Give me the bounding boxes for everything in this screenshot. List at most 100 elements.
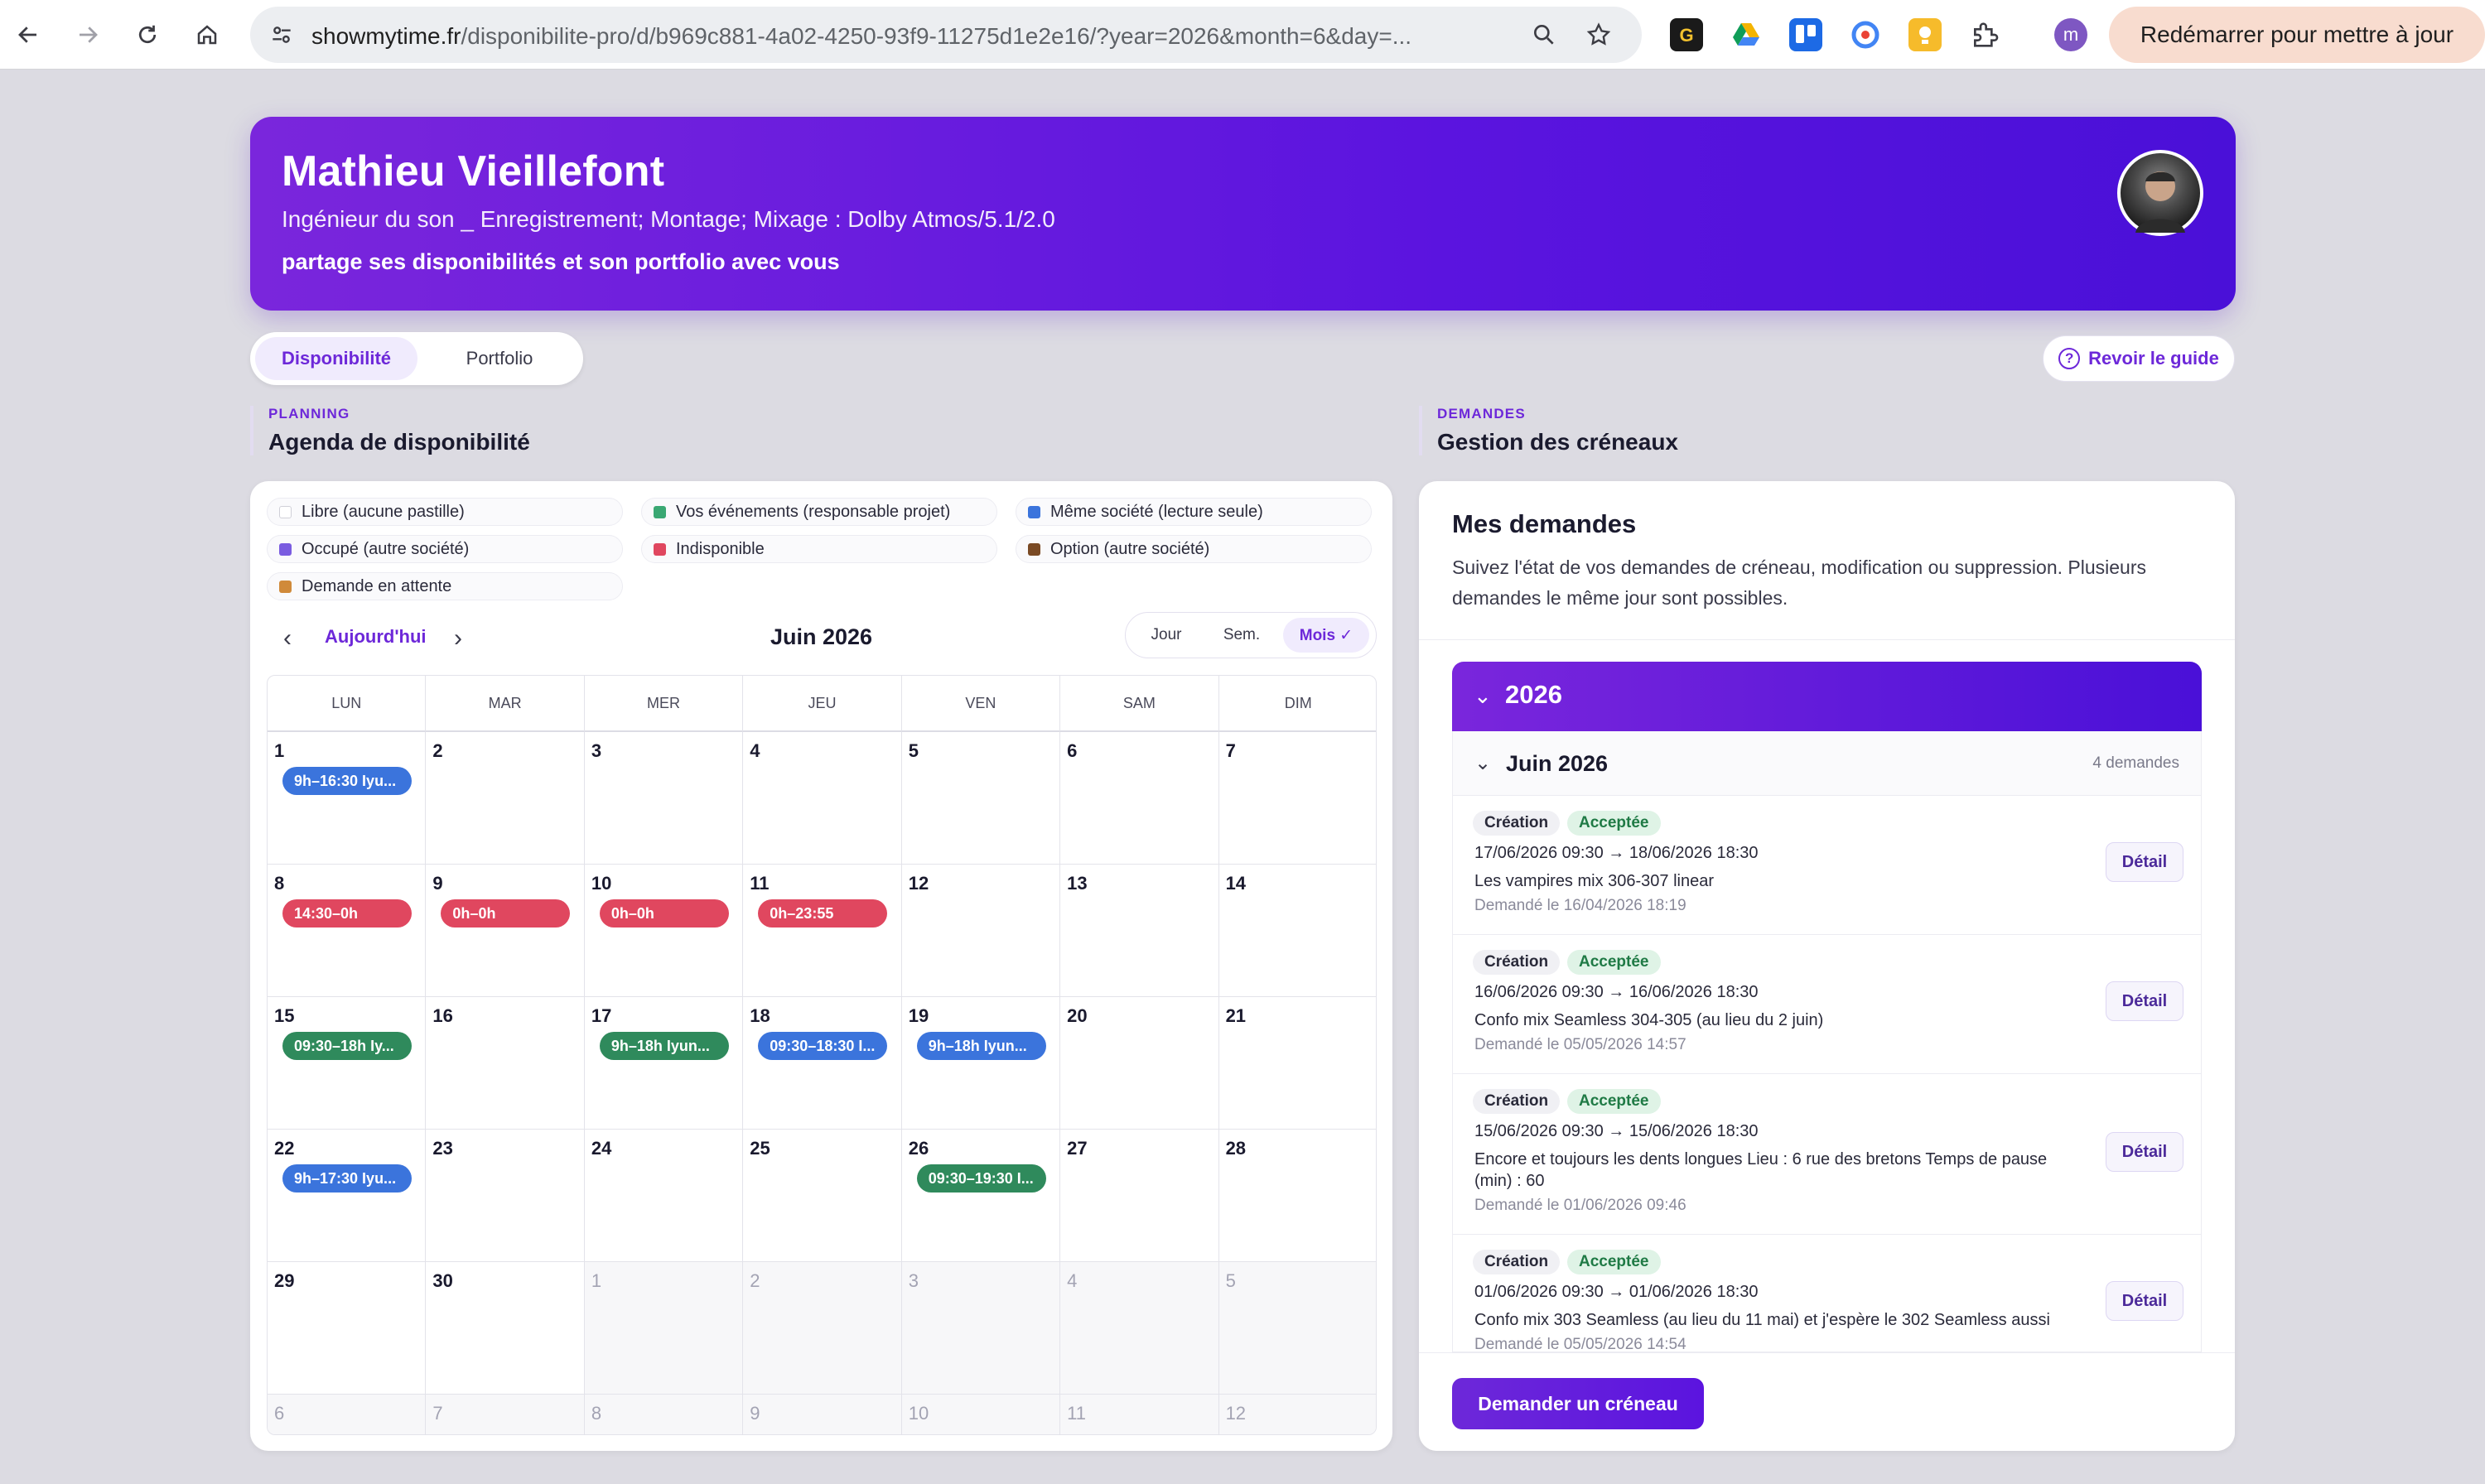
mode-week[interactable]: Sem. [1205, 618, 1278, 653]
day-cell[interactable]: 25 [743, 1130, 902, 1262]
tab-availability[interactable]: Disponibilité [255, 337, 417, 380]
event-pill[interactable]: 9h–17:30 Iyu... [282, 1164, 412, 1192]
trello-extension-icon[interactable] [1789, 18, 1822, 51]
day-number: 30 [432, 1270, 453, 1291]
day-number: 12 [908, 873, 929, 894]
day-number: 22 [274, 1138, 295, 1159]
legend-swatch [1028, 542, 1040, 556]
reload-icon[interactable] [128, 15, 167, 55]
detail-button[interactable]: Détail [2106, 1281, 2183, 1321]
request-slot-button[interactable]: Demander un créneau [1452, 1378, 1704, 1429]
event-pill[interactable]: 9h–16:30 Iyu... [282, 767, 412, 795]
detail-button[interactable]: Détail [2106, 842, 2183, 882]
day-cell[interactable]: 6 [1060, 732, 1219, 865]
day-cell[interactable]: 11 [1060, 1395, 1219, 1434]
keep-extension-icon[interactable] [1908, 18, 1942, 51]
day-cell[interactable]: 19 9h–18h Iyun... [901, 997, 1061, 1130]
month-group: ⌄ Juin 2026 4 demandes Création Acceptée 1… [1452, 731, 2202, 1352]
back-icon[interactable] [8, 15, 48, 55]
legend-item: Indisponible [641, 535, 997, 563]
day-cell[interactable]: 7 [1218, 732, 1376, 865]
site-settings-icon[interactable] [268, 22, 295, 54]
day-cell[interactable]: 20 [1060, 997, 1219, 1130]
event-pill[interactable]: 9h–18h Iyun... [916, 1032, 1046, 1060]
request-type-badge: Création [1473, 1089, 1561, 1114]
day-cell[interactable]: 12 [1218, 1395, 1376, 1434]
address-bar[interactable]: showmytime.fr/disponibilite-pro/d/b969c8… [250, 7, 1642, 63]
day-cell[interactable]: 29 [268, 1262, 427, 1395]
day-cell[interactable]: 9 [743, 1395, 902, 1434]
grammarly-extension-icon[interactable]: G [1670, 18, 1703, 51]
weekday-header: VEN [901, 676, 1061, 732]
event-pill[interactable]: 14:30–0h [282, 899, 412, 928]
profile-avatar[interactable]: m [2054, 18, 2087, 51]
event-pill[interactable]: 0h–0h [441, 899, 571, 928]
day-cell[interactable]: 21 [1218, 997, 1376, 1130]
year-group-header[interactable]: ⌄ 2026 [1452, 662, 2202, 731]
day-cell[interactable]: 9 0h–0h [426, 865, 585, 997]
event-pill[interactable]: 09:30–19:30 I... [916, 1164, 1046, 1192]
status-badge: Acceptée [1567, 1089, 1661, 1114]
day-number: 11 [750, 873, 770, 894]
day-cell[interactable]: 5 [901, 732, 1061, 865]
day-cell[interactable]: 10 [901, 1395, 1061, 1434]
day-cell[interactable]: 6 [268, 1395, 427, 1434]
day-cell[interactable]: 1 [584, 1262, 744, 1395]
day-cell[interactable]: 18 09:30–18:30 I... [743, 997, 902, 1130]
day-cell[interactable]: 27 [1060, 1130, 1219, 1262]
day-cell[interactable]: 10 0h–0h [584, 865, 744, 997]
day-number: 29 [274, 1270, 295, 1291]
day-cell[interactable]: 1 9h–16:30 Iyu... [268, 732, 427, 865]
day-cell[interactable]: 23 [426, 1130, 585, 1262]
day-cell[interactable]: 2 [743, 1262, 902, 1395]
day-cell[interactable]: 7 [426, 1395, 585, 1434]
day-cell[interactable]: 15 09:30–18h Iy... [268, 997, 427, 1130]
event-pill[interactable]: 9h–18h Iyun... [599, 1032, 729, 1060]
month-group-header[interactable]: ⌄ Juin 2026 4 demandes [1453, 731, 2201, 796]
drive-extension-icon[interactable] [1730, 18, 1763, 51]
review-guide-button[interactable]: ? Revoir le guide [2043, 335, 2235, 382]
day-cell[interactable]: 24 [584, 1130, 744, 1262]
status-badge: Acceptée [1567, 950, 1661, 975]
day-cell[interactable]: 16 [426, 997, 585, 1130]
home-icon[interactable] [187, 15, 227, 55]
day-cell[interactable]: 2 [426, 732, 585, 865]
event-pill[interactable]: 09:30–18h Iy... [282, 1032, 412, 1060]
zoom-icon[interactable] [1531, 22, 1557, 54]
google-lens-extension-icon[interactable] [1849, 18, 1882, 51]
day-cell[interactable]: 26 09:30–19:30 I... [901, 1130, 1061, 1262]
event-pill[interactable]: 09:30–18:30 I... [758, 1032, 888, 1060]
day-cell[interactable]: 14 [1218, 865, 1376, 997]
request-meta: Demandé le 16/04/2026 18:19 [1474, 897, 1686, 914]
restart-update-button[interactable]: Redémarrer pour mettre à jour [2109, 7, 2485, 63]
day-number: 2 [432, 740, 443, 761]
day-cell[interactable]: 3 [584, 732, 744, 865]
day-cell[interactable]: 28 [1218, 1130, 1376, 1262]
calendar-card: Libre (aucune pastille) Vos événements (r… [250, 481, 1392, 1451]
day-cell[interactable]: 5 [1218, 1262, 1376, 1395]
bookmark-star-icon[interactable] [1585, 22, 1612, 54]
day-cell[interactable]: 17 9h–18h Iyun... [584, 997, 744, 1130]
detail-button[interactable]: Détail [2106, 981, 2183, 1021]
day-cell[interactable]: 4 [1060, 1262, 1219, 1395]
day-cell[interactable]: 8 [584, 1395, 744, 1434]
forward-icon[interactable] [68, 15, 108, 55]
day-cell[interactable]: 11 0h–23:55 [743, 865, 902, 997]
extensions-puzzle-icon[interactable] [1968, 18, 2001, 51]
detail-button[interactable]: Détail [2106, 1132, 2183, 1172]
day-cell[interactable]: 22 9h–17:30 Iyu... [268, 1130, 427, 1262]
day-cell[interactable]: 13 [1060, 865, 1219, 997]
event-pill[interactable]: 0h–0h [599, 899, 729, 928]
mode-day[interactable]: Jour [1132, 618, 1200, 653]
tab-portfolio[interactable]: Portfolio [421, 337, 578, 380]
event-pill[interactable]: 0h–23:55 [758, 899, 888, 928]
day-cell[interactable]: 30 [426, 1262, 585, 1395]
day-number: 8 [274, 873, 285, 894]
legend-swatch [279, 580, 292, 593]
legend-swatch [279, 542, 292, 556]
day-cell[interactable]: 8 14:30–0h [268, 865, 427, 997]
day-cell[interactable]: 4 [743, 732, 902, 865]
day-cell[interactable]: 3 [901, 1262, 1061, 1395]
day-cell[interactable]: 12 [901, 865, 1061, 997]
mode-month[interactable]: Mois ✓ [1283, 618, 1369, 653]
